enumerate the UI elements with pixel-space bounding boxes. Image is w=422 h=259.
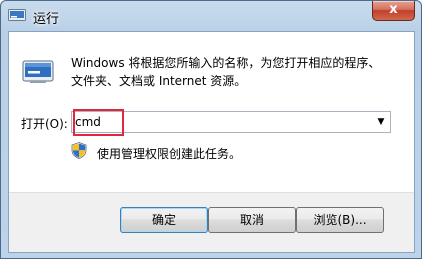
run-program-icon — [21, 54, 55, 88]
browse-button[interactable]: 浏览(B)... — [296, 207, 384, 233]
description-line-2: 文件夹、文档或 Internet 资源。 — [71, 74, 247, 88]
admin-note: 使用管理权限创建此任务。 — [97, 147, 242, 161]
uac-shield-icon — [71, 142, 87, 159]
highlight-box — [73, 109, 124, 136]
cancel-button[interactable]: 取消 — [208, 207, 296, 233]
run-dialog: 运行 x Windows 将根据您所输入的名称，为您打开相应的程序、 文件夹、文… — [0, 0, 422, 259]
window-title: 运行 — [33, 12, 60, 27]
dialog-body: Windows 将根据您所输入的名称，为您打开相应的程序、 文件夹、文档或 In… — [8, 31, 415, 253]
description: Windows 将根据您所输入的名称，为您打开相应的程序、 文件夹、文档或 In… — [71, 54, 401, 90]
title-bar[interactable]: 运行 x — [1, 1, 421, 31]
close-button[interactable]: x — [372, 1, 415, 21]
content-area: Windows 将根据您所输入的名称，为您打开相应的程序、 文件夹、文档或 In… — [9, 32, 414, 192]
ok-button[interactable]: 确定 — [120, 207, 208, 233]
command-combobox[interactable]: cmd ▼ — [71, 109, 391, 136]
chevron-down-icon[interactable]: ▼ — [374, 114, 388, 130]
run-icon — [8, 7, 26, 23]
description-line-1: Windows 将根据您所输入的名称，为您打开相应的程序、 — [71, 56, 381, 70]
open-label: 打开(O): — [21, 117, 68, 131]
